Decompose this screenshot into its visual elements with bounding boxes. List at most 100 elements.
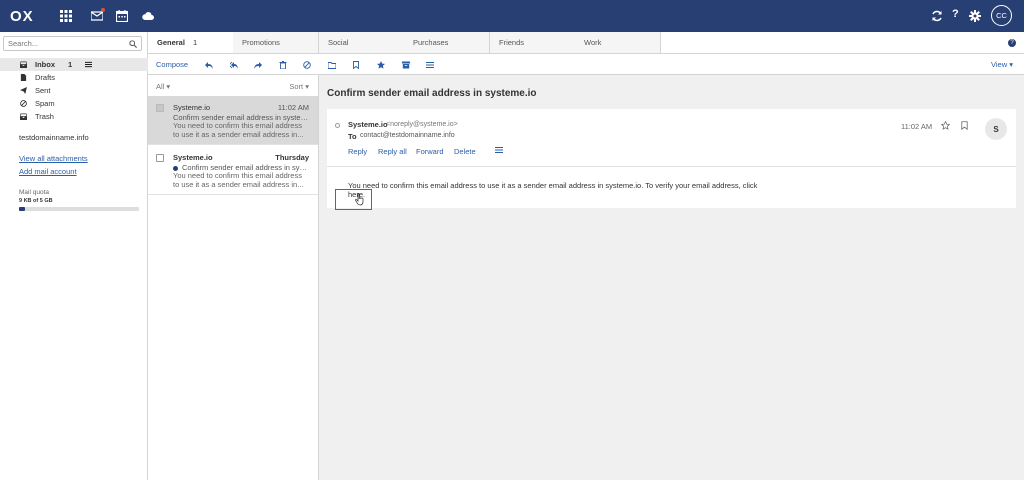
select-checkbox[interactable]	[156, 154, 164, 162]
reply-all-icon[interactable]	[229, 60, 238, 69]
calendar-icon[interactable]	[114, 8, 130, 24]
search-input[interactable]	[4, 37, 122, 50]
refresh-icon[interactable]	[929, 8, 945, 24]
spam-icon[interactable]	[302, 60, 311, 69]
highlighted-click-here-link[interactable]	[335, 189, 372, 210]
tab-label: Work	[584, 38, 602, 47]
cloud-icon[interactable]	[140, 8, 156, 24]
tab-general[interactable]: General 1	[148, 32, 234, 53]
tab-label: Social	[328, 38, 349, 47]
category-tabs: General 1 Promotions Social Purchases Fri…	[148, 32, 1024, 54]
hand-cursor-icon	[355, 193, 364, 206]
unread-count: 1	[68, 60, 73, 69]
header-divider	[327, 166, 1016, 167]
star-outline-icon[interactable]	[941, 121, 950, 130]
mail-icon[interactable]	[89, 8, 105, 24]
bookmark-outline-icon[interactable]	[960, 121, 969, 130]
unread-toggle-icon[interactable]	[335, 123, 340, 128]
select-checkbox[interactable]	[156, 104, 164, 112]
tab-count: 1	[192, 38, 198, 47]
add-mail-account-link[interactable]: Add mail account	[19, 167, 77, 176]
sender-avatar: S	[985, 118, 1007, 140]
list-header: All ▾ Sort ▾	[148, 75, 319, 96]
tab-purchases[interactable]: Purchases	[404, 32, 490, 53]
mail-from: Systeme.io	[173, 153, 213, 162]
tab-label: Friends	[499, 38, 525, 47]
user-avatar[interactable]: CC	[991, 5, 1012, 26]
reply-all-button[interactable]: Reply all	[378, 147, 407, 156]
delete-trash-icon[interactable]	[278, 60, 287, 69]
select-all-dropdown[interactable]: All ▾	[156, 82, 170, 91]
more-menu-icon[interactable]	[425, 60, 434, 69]
folder-sidebar: Inbox 1 Drafts Sent Spam Trash testdomai…	[0, 32, 148, 480]
star-icon[interactable]	[376, 60, 385, 69]
mail-preview: You need to confirm this email address t…	[173, 171, 304, 189]
folder-label: Sent	[35, 86, 51, 95]
message-detail: Confirm sender email address in systeme.…	[319, 75, 1024, 480]
unread-dot-icon	[173, 165, 178, 171]
forward-button[interactable]: Forward	[416, 147, 444, 156]
forward-icon[interactable]	[253, 60, 262, 69]
move-folder-icon[interactable]	[327, 60, 336, 69]
tab-label: General	[157, 38, 185, 47]
sender-address: <noreply@systeme.io>	[386, 121, 458, 128]
sort-dropdown[interactable]: Sort ▾	[289, 82, 309, 91]
mail-quota-value: 9 KB of 5 GB	[19, 198, 53, 204]
recipient-address[interactable]: contact@testdomainname.info	[360, 132, 455, 139]
list-item[interactable]: Systeme.io Thursday Confirm sender email…	[148, 146, 318, 195]
tab-promotions[interactable]: Promotions	[233, 32, 319, 53]
reply-icon[interactable]	[204, 60, 213, 69]
tab-social[interactable]: Social	[319, 32, 405, 53]
tab-label: Purchases	[413, 38, 449, 47]
list-item[interactable]: Systeme.io 11:02 AM Confirm sender email…	[148, 96, 318, 145]
tab-work[interactable]: Work	[575, 32, 661, 53]
folder-spam[interactable]: Spam	[0, 97, 148, 110]
tab-label: Promotions	[242, 38, 280, 47]
top-bar: OX ? CC	[0, 0, 1024, 32]
archive-icon[interactable]	[401, 60, 410, 69]
paper-plane-icon	[19, 87, 27, 95]
settings-gear-icon[interactable]	[967, 8, 983, 24]
more-actions-icon[interactable]	[495, 146, 503, 154]
compose-button[interactable]: Compose	[156, 60, 188, 69]
view-dropdown[interactable]: View ▾	[991, 60, 1013, 69]
bookmark-icon[interactable]	[351, 60, 360, 69]
view-label: View	[991, 60, 1008, 69]
drafts-file-icon	[19, 74, 27, 82]
search-icon[interactable]	[129, 40, 137, 48]
message-time: 11:02 AM	[901, 122, 933, 131]
help-icon[interactable]: ?	[952, 8, 959, 20]
mail-toolbar: Compose View ▾	[148, 54, 1024, 75]
folder-menu-icon[interactable]	[85, 61, 93, 68]
view-all-attachments-link[interactable]: View all attachments	[19, 154, 88, 163]
sender-name[interactable]: Systeme.io	[348, 120, 388, 129]
reply-button[interactable]: Reply	[348, 147, 367, 156]
sort-label: Sort	[289, 82, 304, 91]
mail-preview: You need to confirm this email address t…	[173, 121, 304, 139]
delete-button[interactable]: Delete	[454, 147, 476, 156]
mail-quota-fill	[19, 207, 25, 211]
folder-drafts[interactable]: Drafts	[0, 71, 148, 84]
folder-label: Trash	[35, 112, 54, 121]
tabs-help-icon[interactable]: ?	[1008, 39, 1016, 47]
folder-label: Inbox	[35, 60, 55, 69]
folder-label: Drafts	[35, 73, 56, 82]
folder-inbox[interactable]: Inbox 1	[0, 58, 148, 71]
mail-from: Systeme.io	[173, 103, 211, 112]
message-body: You need to confirm this email address t…	[348, 181, 758, 199]
apps-grid-icon[interactable]	[58, 8, 74, 24]
search-box[interactable]	[3, 36, 142, 51]
mail-time: 11:02 AM	[277, 103, 309, 112]
folder-trash[interactable]: Trash	[0, 110, 148, 123]
unread-badge	[101, 8, 105, 12]
detail-subject: Confirm sender email address in systeme.…	[327, 88, 537, 99]
filter-label: All	[156, 82, 165, 91]
ox-logo[interactable]: OX	[10, 8, 34, 25]
tab-friends[interactable]: Friends	[490, 32, 576, 53]
to-label: To	[348, 132, 357, 141]
folder-sent[interactable]: Sent	[0, 84, 148, 97]
folder-label: Spam	[35, 99, 55, 108]
inbox-icon	[19, 61, 27, 69]
account-name[interactable]: testdomainname.info	[19, 133, 89, 142]
mail-quota-bar	[19, 207, 139, 211]
